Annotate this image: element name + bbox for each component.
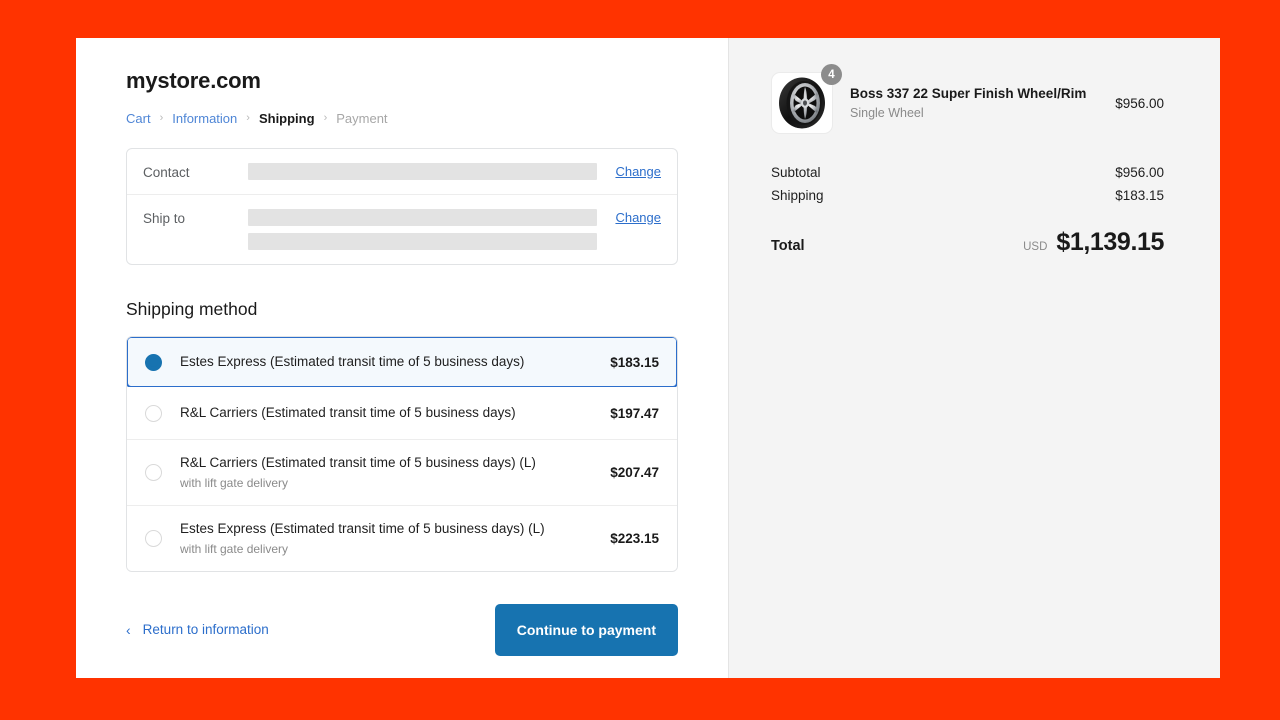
- redacted-value-bar: [248, 209, 598, 226]
- radio-button-icon[interactable]: [145, 404, 162, 422]
- return-to-information-link[interactable]: ‹ Return to information: [126, 622, 269, 637]
- review-row-ship-to: Ship to Change: [127, 194, 677, 264]
- shipping-option-row[interactable]: R&L Carriers (Estimated transit time of …: [127, 387, 677, 439]
- checkout-window: mystore.com Cart › Information › Shippin…: [76, 38, 1220, 678]
- summary-value-shipping: $183.15: [1115, 188, 1164, 203]
- shipping-option-text: R&L Carriers (Estimated transit time of …: [180, 455, 596, 490]
- summary-row-total: Total USD $1,139.15: [771, 228, 1164, 257]
- summary-value-total: $1,139.15: [1056, 228, 1164, 256]
- checkout-footer-actions: ‹ Return to information Continue to paym…: [126, 603, 678, 656]
- alloy-wheel-icon: [779, 77, 825, 129]
- shipping-option-sublabel: with lift gate delivery: [180, 475, 289, 490]
- change-contact-link[interactable]: Change: [615, 163, 661, 179]
- order-review-card: Contact Change Ship to Change: [126, 148, 678, 265]
- shipping-method-heading: Shipping method: [126, 299, 258, 319]
- shipping-option-price: $183.15: [610, 354, 659, 370]
- summary-total-amount-group: USD $1,139.15: [1023, 228, 1164, 257]
- radio-button-icon[interactable]: [145, 529, 162, 547]
- shipping-method-options: Estes Express (Estimated transit time of…: [126, 336, 678, 572]
- shipping-option-row[interactable]: R&L Carriers (Estimated transit time of …: [127, 439, 677, 505]
- store-name: mystore.com: [126, 68, 261, 93]
- review-value-contact: [248, 163, 598, 180]
- shipping-option-label: Estes Express (Estimated transit time of…: [180, 520, 545, 536]
- review-label-contact: Contact: [143, 165, 190, 180]
- shipping-option-label: Estes Express (Estimated transit time of…: [180, 353, 525, 369]
- breadcrumb-item-information[interactable]: Information: [172, 111, 237, 126]
- checkout-main-column: mystore.com Cart › Information › Shippin…: [76, 38, 728, 678]
- breadcrumb-item-payment: Payment: [336, 111, 388, 126]
- breadcrumb-separator-icon: ›: [246, 112, 250, 124]
- radio-button-icon[interactable]: [145, 353, 162, 371]
- line-item-price: $956.00: [1115, 95, 1164, 111]
- redacted-value-bar: [248, 233, 598, 250]
- breadcrumb-item-shipping: Shipping: [258, 111, 315, 126]
- radio-button-icon[interactable]: [145, 463, 162, 481]
- shipping-option-text: Estes Express (Estimated transit time of…: [180, 521, 596, 556]
- line-item-thumbnail-wrap: 4: [771, 64, 842, 134]
- shipping-option-label: R&L Carriers (Estimated transit time of …: [180, 404, 516, 420]
- line-item-text: Boss 337 22 Super Finish Wheel/Rim Singl…: [850, 86, 1099, 121]
- summary-label-total: Total: [771, 238, 805, 254]
- line-item-quantity-badge: 4: [821, 64, 842, 85]
- shipping-option-row[interactable]: Estes Express (Estimated transit time of…: [127, 336, 677, 388]
- summary-label-subtotal: Subtotal: [771, 165, 821, 180]
- shipping-option-price: $197.47: [610, 405, 659, 421]
- change-ship-to-link[interactable]: Change: [615, 209, 661, 225]
- shipping-option-row[interactable]: Estes Express (Estimated transit time of…: [127, 504, 677, 571]
- chevron-left-icon: ‹: [126, 621, 131, 638]
- line-item-variant: Single Wheel: [850, 106, 924, 121]
- review-value-ship-to: [248, 209, 598, 250]
- breadcrumb: Cart › Information › Shipping › Payment: [126, 111, 678, 126]
- breadcrumb-item-cart[interactable]: Cart: [126, 111, 151, 126]
- order-summary-column: 4 Boss 337 22 Super Finish Wheel/Rim Sin…: [728, 38, 1220, 678]
- shipping-option-text: R&L Carriers (Estimated transit time of …: [180, 405, 596, 422]
- summary-row-shipping: Shipping $183.15: [771, 188, 1164, 203]
- breadcrumb-separator-icon: ›: [323, 112, 328, 124]
- currency-code: USD: [1023, 241, 1048, 253]
- line-item-title: Boss 337 22 Super Finish Wheel/Rim: [850, 85, 1087, 101]
- shipping-option-label: R&L Carriers (Estimated transit time of …: [180, 455, 536, 470]
- review-label-ship-to: Ship to: [143, 211, 186, 226]
- shipping-option-price: $207.47: [610, 464, 659, 480]
- redacted-value-bar: [248, 163, 598, 180]
- shipping-option-text: Estes Express (Estimated transit time of…: [180, 354, 596, 371]
- return-to-information-label: Return to information: [142, 622, 269, 638]
- summary-value-subtotal: $956.00: [1115, 165, 1164, 180]
- continue-to-payment-button[interactable]: Continue to payment: [494, 603, 678, 656]
- summary-row-subtotal: Subtotal $956.00: [771, 165, 1164, 180]
- order-line-item: 4 Boss 337 22 Super Finish Wheel/Rim Sin…: [771, 64, 1164, 134]
- shipping-option-price: $223.15: [610, 530, 659, 546]
- review-row-contact: Contact Change: [127, 149, 677, 194]
- breadcrumb-separator-icon: ›: [159, 112, 164, 124]
- shipping-option-sublabel: with lift gate delivery: [180, 541, 289, 556]
- summary-label-shipping: Shipping: [771, 188, 824, 203]
